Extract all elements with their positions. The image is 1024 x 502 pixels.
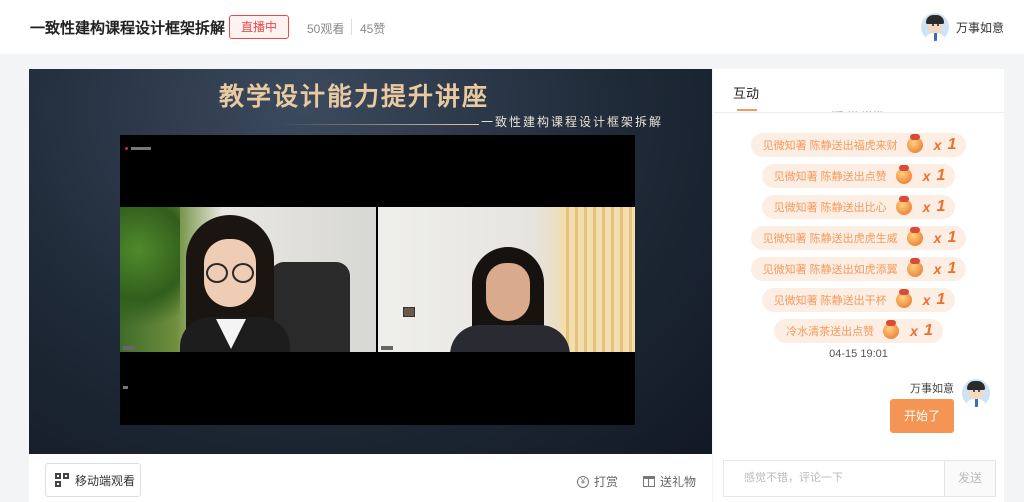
message-avatar <box>962 379 990 407</box>
gift-multiplier: x <box>933 261 942 277</box>
gift-icon <box>893 289 915 311</box>
speaker-camera-left <box>120 207 376 352</box>
gift-icon <box>880 320 902 342</box>
gift-message-text: 见微知著 陈静送出比心 <box>773 202 887 214</box>
gift-icon <box>643 476 655 487</box>
screen-mark <box>123 386 128 389</box>
qr-code-icon <box>55 473 69 487</box>
send-gift-button[interactable]: 送礼物 <box>643 473 696 490</box>
message-sender-name: 万事如意 <box>910 383 954 395</box>
video-conference-screen <box>120 135 635 425</box>
gift-message: 见微知著 陈静送出比心 x 1 <box>713 195 1004 219</box>
page-title: 一致性建构课程设计框架拆解 <box>30 20 226 37</box>
gift-message-pill: 见微知著 陈静送出福虎来财 x 1 <box>750 133 967 157</box>
gift-multiplier: x <box>933 230 942 246</box>
interaction-panel: 互动 04-15 18:52 见微知著 陈静送出福虎来财 x 1 见微知著 陈静送出点… <box>713 69 1004 460</box>
gift-message: 见微知著 陈静送出干杯 x 1 <box>713 288 1004 312</box>
gift-message: 见微知著 陈静送出如虎添翼 x 1 <box>713 257 1004 281</box>
video-player[interactable]: 教学设计能力提升讲座 一致性建构课程设计框架拆解 <box>29 69 712 454</box>
banner-decoration-line <box>279 124 479 125</box>
gift-multiplier: x <box>910 323 918 339</box>
video-banner-subtitle: 一致性建构课程设计框架拆解 <box>481 115 664 129</box>
gift-multiplier: x <box>933 137 942 153</box>
view-count: 50观看 <box>307 22 345 36</box>
gift-icon <box>904 258 926 280</box>
gift-message-text: 见微知著 陈静送出干杯 <box>773 295 887 307</box>
send-button[interactable]: 发送 <box>944 460 996 497</box>
send-gift-label: 送礼物 <box>660 475 697 489</box>
gift-count: 1 <box>947 260 957 277</box>
recording-dot <box>125 147 128 150</box>
gift-count: 1 <box>923 322 933 339</box>
gift-icon <box>904 134 926 156</box>
gift-count: 1 <box>947 136 957 153</box>
gift-message-text: 见微知著 陈静送出虎虎生威 <box>762 233 898 245</box>
stat-divider <box>351 19 352 35</box>
gift-message-text: 见微知著 陈静送出点赞 <box>773 171 887 183</box>
gift-icon <box>893 165 915 187</box>
gift-count: 1 <box>936 167 946 184</box>
gift-multiplier: x <box>922 199 931 215</box>
gift-message-text: 见微知著 陈静送出福虎来财 <box>762 140 898 152</box>
comment-input[interactable]: 感觉不错，评论一下 <box>723 460 945 497</box>
user-name: 万事如意 <box>955 20 1004 35</box>
tip-button[interactable]: ¥ 打赏 <box>577 473 618 490</box>
like-count: 45赞 <box>360 22 386 36</box>
gift-message: 见微知著 陈静送出点赞 x 1 <box>713 164 1004 188</box>
mobile-watch-button[interactable]: 移动端观看 <box>45 463 141 497</box>
gift-message-pill: 见微知著 陈静送出干杯 x 1 <box>761 288 956 312</box>
panel-divider <box>713 112 1004 113</box>
gift-count: 1 <box>936 198 946 215</box>
top-bar: 一致性建构课程设计框架拆解 直播中 50观看 45赞 万事如意 <box>0 0 1024 54</box>
gift-message-text: 冷水清茶送出点赞 <box>786 326 875 338</box>
gift-count: 1 <box>947 229 957 246</box>
gift-multiplier: x <box>922 292 931 308</box>
video-banner-title: 教学设计能力提升讲座 <box>219 82 490 111</box>
gift-message: 见微知著 陈静送出福虎来财 x 1 <box>713 133 1004 157</box>
coin-icon: ¥ <box>577 475 589 488</box>
speaker-camera-right <box>378 207 635 352</box>
gift-message: 冷水清茶送出点赞 x 1 <box>713 319 1004 343</box>
gift-message-pill: 冷水清茶送出点赞 x 1 <box>774 319 943 343</box>
tab-interaction[interactable]: 互动 <box>733 83 759 102</box>
avatar <box>920 13 949 41</box>
gift-message-pill: 见微知著 陈静送出如虎添翼 x 1 <box>750 257 967 281</box>
active-tab-indicator <box>737 109 757 111</box>
tip-label: 打赏 <box>594 475 619 489</box>
video-toolbar: 移动端观看 ¥ 打赏 送礼物 <box>29 454 712 502</box>
chat-message-bubble: 开始了 <box>890 399 954 433</box>
gift-message-pill: 见微知著 陈静送出点赞 x 1 <box>761 164 956 188</box>
comment-bar: 感觉不错，评论一下 发送 <box>713 460 1004 502</box>
user-menu[interactable]: 万事如意 <box>920 12 1004 42</box>
gift-message: 见微知著 陈静送出虎虎生威 x 1 <box>713 226 1004 250</box>
gift-icon <box>904 227 926 249</box>
gift-icon <box>893 196 915 218</box>
mobile-watch-label: 移动端观看 <box>75 473 136 488</box>
gift-message-pill: 见微知著 陈静送出比心 x 1 <box>761 195 956 219</box>
participant-tag <box>381 346 393 350</box>
participant-tag <box>123 346 135 350</box>
screen-label <box>131 147 151 150</box>
live-status-badge: 直播中 <box>229 15 289 39</box>
chat-timestamp: 04-15 19:01 <box>829 348 888 360</box>
gift-message-pill: 见微知著 陈静送出虎虎生威 x 1 <box>750 226 967 250</box>
gift-multiplier: x <box>922 168 931 184</box>
gift-message-text: 见微知著 陈静送出如虎添翼 <box>762 264 898 276</box>
gift-count: 1 <box>936 291 946 308</box>
